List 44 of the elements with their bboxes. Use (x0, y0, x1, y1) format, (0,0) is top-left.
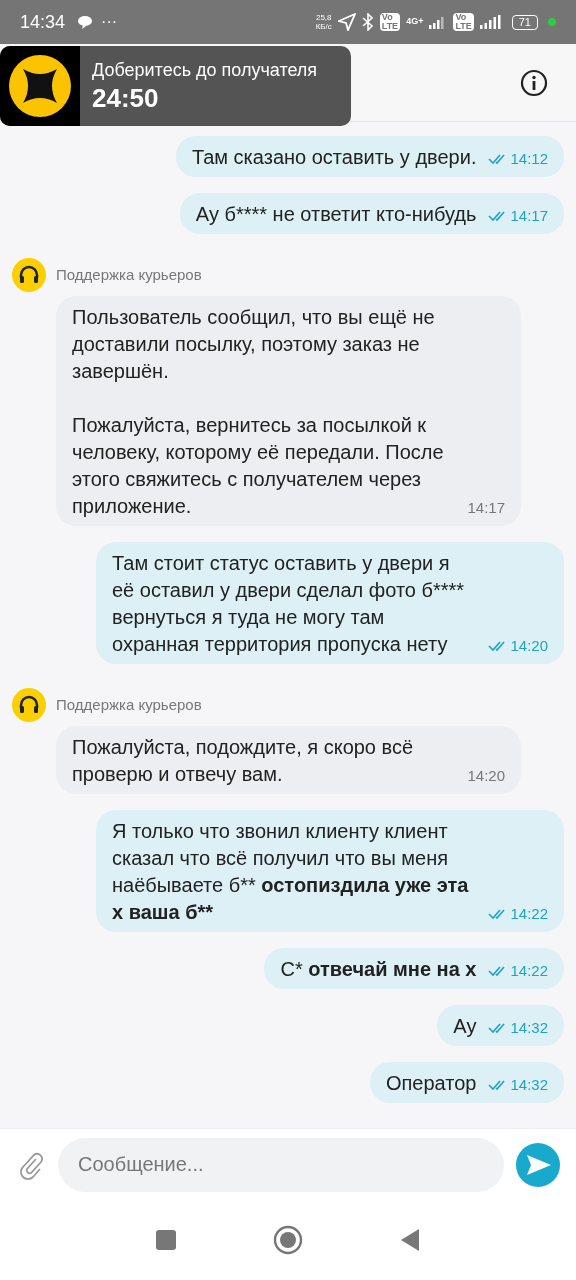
message-time: 14:32 (510, 1075, 548, 1095)
message-time: 14:12 (510, 149, 548, 169)
notification-title: Доберитесь до получателя (92, 59, 318, 82)
message-text: Пользователь сообщил, что вы ещё не доставили посылку, поэтому заказ не завершён. Пожалуйста, вернитесь за посылкой к человеку, которому её передали. После этого свяжитесь с получателем через приложение. (72, 305, 445, 519)
message-text: Ау (453, 1014, 477, 1039)
network-speed: 25,8 КБ/с (315, 13, 332, 31)
signal-icon (479, 15, 502, 29)
status-time: 14:34 (20, 10, 66, 34)
message-time: 14:22 (510, 904, 548, 924)
headphones-avatar-icon (12, 258, 46, 292)
message-time: 14:20 (510, 636, 548, 656)
send-icon[interactable] (516, 1142, 560, 1187)
message-input[interactable]: Сообщение... (58, 1137, 504, 1192)
more-notifications: ··· (101, 12, 118, 32)
message-time: 14:20 (467, 766, 505, 786)
volte-badge: Vo LTE (453, 13, 474, 31)
message-text: С* отвечай мне на х (280, 957, 477, 982)
notification-banner[interactable]: Доберитесь до получателя 24:50 (0, 46, 351, 126)
status-dot-icon (548, 18, 556, 26)
message-text: Ау б**** не ответит кто-нибудь (195, 202, 477, 227)
message-text: Пожалуйста, подождите, я скоро всё проверю и отвечу вам. (72, 735, 415, 787)
chat-bubble-icon (77, 15, 94, 29)
sender-name: Поддержка курьеров (56, 264, 202, 285)
message-text: Там сказано оставить у двери. (191, 145, 477, 170)
info-icon[interactable] (520, 68, 548, 97)
message-text: Я только что звонил клиенту клиент сказал что всё получил что вы меня наёбываете б** остопиздила уже эта х ваша б** (112, 819, 470, 925)
notification-timer: 24:50 (92, 82, 160, 114)
location-arrow-icon (337, 13, 356, 31)
volte-badge: Vo LTE (379, 13, 401, 31)
network-type: 4G+ (406, 15, 424, 29)
back-button-icon[interactable] (399, 1228, 421, 1252)
home-button-icon[interactable] (273, 1225, 303, 1255)
message-time: 14:22 (510, 961, 548, 981)
battery-indicator: 71 (511, 14, 538, 30)
recents-button-icon[interactable] (155, 1229, 177, 1251)
headphones-avatar-icon (12, 688, 46, 722)
message-text: Оператор (385, 1071, 477, 1096)
sender-name: Поддержка курьеров (56, 694, 202, 715)
message-time: 14:17 (467, 498, 505, 518)
bluetooth-icon (361, 13, 374, 31)
message-time: 14:32 (510, 1018, 548, 1038)
message-text: Там стоит статус оставить у двери я её оставил у двери сделал фото б**** вернуться я туда не могу там охранная территория пропуска нету (112, 551, 466, 657)
message-time: 14:17 (510, 206, 548, 226)
app-logo-icon (9, 55, 71, 117)
